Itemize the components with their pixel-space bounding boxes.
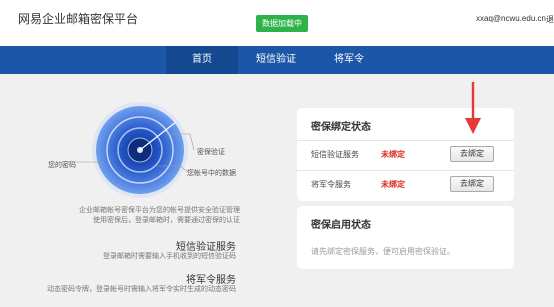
tab-home[interactable]: 首页 — [166, 46, 238, 74]
binding-card-title: 密保绑定状态 — [311, 122, 371, 133]
intro-text: 企业邮箱帐号密保平台为您的帐号提供安全验证管理 使用密保后，登录邮箱时，需要通过… — [40, 206, 240, 226]
bind-token-button[interactable]: 去绑定 — [450, 176, 494, 192]
status-badge: 未绑定 — [381, 180, 405, 189]
tab-sms-verify[interactable]: 短信验证 — [238, 46, 314, 74]
main-nav: 首页 短信验证 将军令 — [0, 46, 554, 74]
intro-line-2: 使用密保后，登录邮箱时，需要通过密保的认证 — [93, 217, 240, 224]
enable-card-title: 密保启用状态 — [311, 220, 371, 231]
top-bar: 网易企业邮箱密保平台 数据加载中 xxaq@ncwu.edu.cn 退 — [0, 0, 554, 46]
intro-line-1: 企业邮箱帐号密保平台为您的帐号提供安全验证管理 — [79, 207, 240, 214]
row-label: 短信验证服务 — [311, 150, 359, 159]
brand-title: 网易企业邮箱密保平台 — [18, 12, 139, 26]
enable-hint: 请先绑定密保服务，便可启用密保验证。 — [311, 247, 455, 256]
row-label: 将军令服务 — [311, 180, 351, 189]
token-service-desc: 动态密码令牌，登录帐号时需输入将军令实时生成的动态密码 — [47, 286, 236, 293]
status-badge: 未绑定 — [381, 150, 405, 159]
sms-service-desc: 登录邮箱时需要输入手机收到的短信验证码 — [103, 253, 236, 260]
loading-badge: 数据加载中 — [256, 15, 308, 32]
security-radar-illustration — [68, 102, 195, 198]
enable-status-card: 密保启用状态 请先绑定密保服务，便可启用密保验证。 — [297, 206, 514, 269]
user-email[interactable]: xxaq@ncwu.edu.cn — [476, 14, 546, 23]
binding-row-sms: 短信验证服务 未绑定 去绑定 — [297, 141, 514, 169]
logout-link[interactable]: 退 — [546, 14, 554, 25]
annotation-arrow-icon — [465, 82, 481, 134]
label-account-data: 您帐号中的数据 — [187, 170, 236, 177]
label-secure-verify: 密保验证 — [197, 149, 225, 156]
binding-row-token: 将军令服务 未绑定 去绑定 — [297, 171, 514, 199]
label-your-password: 您的密码 — [48, 162, 76, 169]
tab-token[interactable]: 将军令 — [314, 46, 384, 74]
bind-sms-button[interactable]: 去绑定 — [450, 146, 494, 162]
